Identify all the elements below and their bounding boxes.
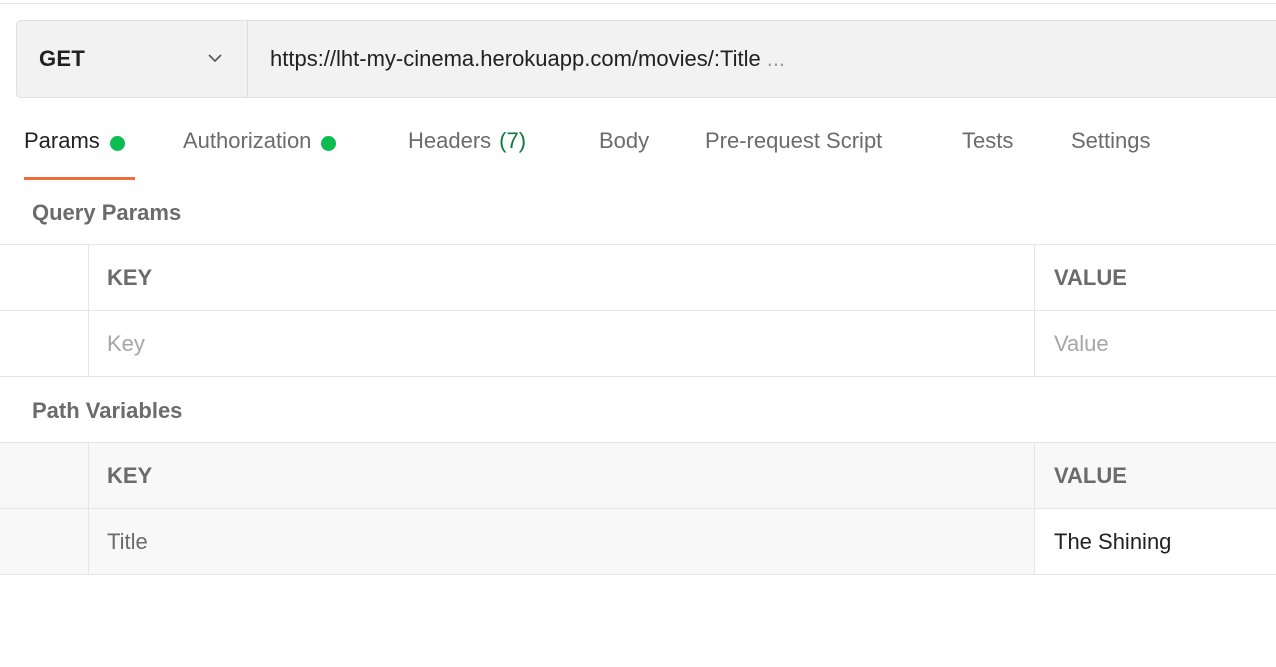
tab-params[interactable]: Params	[24, 128, 135, 180]
tab-body[interactable]: Body	[599, 128, 649, 180]
path-variables-table: KEY VALUE Title The Shining	[0, 442, 1276, 575]
path-variables-header-row: KEY VALUE	[0, 442, 1276, 508]
tab-tests-label: Tests	[962, 128, 1014, 153]
query-params-header-row: KEY VALUE	[0, 244, 1276, 310]
tab-authorization-label: Authorization	[183, 128, 312, 153]
tab-tests[interactable]: Tests	[962, 128, 1013, 180]
value-column-header: VALUE	[1054, 264, 1127, 290]
tab-headers-label: Headers	[408, 128, 492, 153]
headers-count-badge: (7)	[499, 128, 527, 153]
tab-params-label: Params	[24, 128, 100, 153]
row-checkbox-cell	[0, 509, 89, 574]
authorization-status-dot	[321, 136, 337, 151]
tab-settings-label: Settings	[1071, 128, 1151, 153]
tab-prerequest-script[interactable]: Pre-request Script	[705, 128, 882, 180]
params-status-dot	[109, 136, 125, 151]
tab-headers[interactable]: Headers (7)	[408, 128, 526, 180]
method-select[interactable]: GET	[17, 21, 248, 97]
row-checkbox-cell[interactable]	[0, 311, 89, 376]
key-input[interactable]: Key	[89, 311, 1035, 376]
tab-authorization[interactable]: Authorization	[183, 128, 337, 180]
tab-settings[interactable]: Settings	[1071, 128, 1151, 180]
url-input[interactable]: https://lht-my-cinema.herokuapp.com/movi…	[248, 21, 1276, 97]
tab-prerequest-label: Pre-request Script	[705, 128, 883, 153]
tab-body-label: Body	[599, 128, 650, 153]
table-row: Title The Shining	[0, 508, 1276, 575]
active-tab-indicator	[24, 177, 135, 180]
value-column-header: VALUE	[1054, 462, 1127, 488]
url-text: https://lht-my-cinema.herokuapp.com/movi…	[270, 46, 761, 71]
query-params-table: KEY VALUE Key Value	[0, 244, 1276, 377]
query-params-title: Query Params	[32, 200, 182, 225]
url-overflow-ellipsis: ...	[766, 46, 786, 71]
path-variables-title: Path Variables	[32, 398, 183, 423]
value-input[interactable]: Value	[1035, 311, 1276, 376]
checkbox-column-header	[0, 443, 89, 508]
path-variable-value-input[interactable]: The Shining	[1035, 509, 1276, 574]
key-column-header: KEY	[89, 443, 1035, 508]
chevron-down-icon	[208, 54, 222, 63]
request-bar: GET https://lht-my-cinema.herokuapp.com/…	[16, 20, 1276, 98]
checkbox-column-header	[0, 245, 89, 310]
path-variable-key: Title	[89, 509, 1035, 574]
key-column-header: KEY	[89, 245, 1035, 310]
top-divider	[0, 3, 1276, 4]
query-params-empty-row: Key Value	[0, 310, 1276, 377]
request-tabs: Params Authorization Headers (7) Body Pr…	[0, 128, 1276, 182]
method-label: GET	[39, 46, 86, 71]
